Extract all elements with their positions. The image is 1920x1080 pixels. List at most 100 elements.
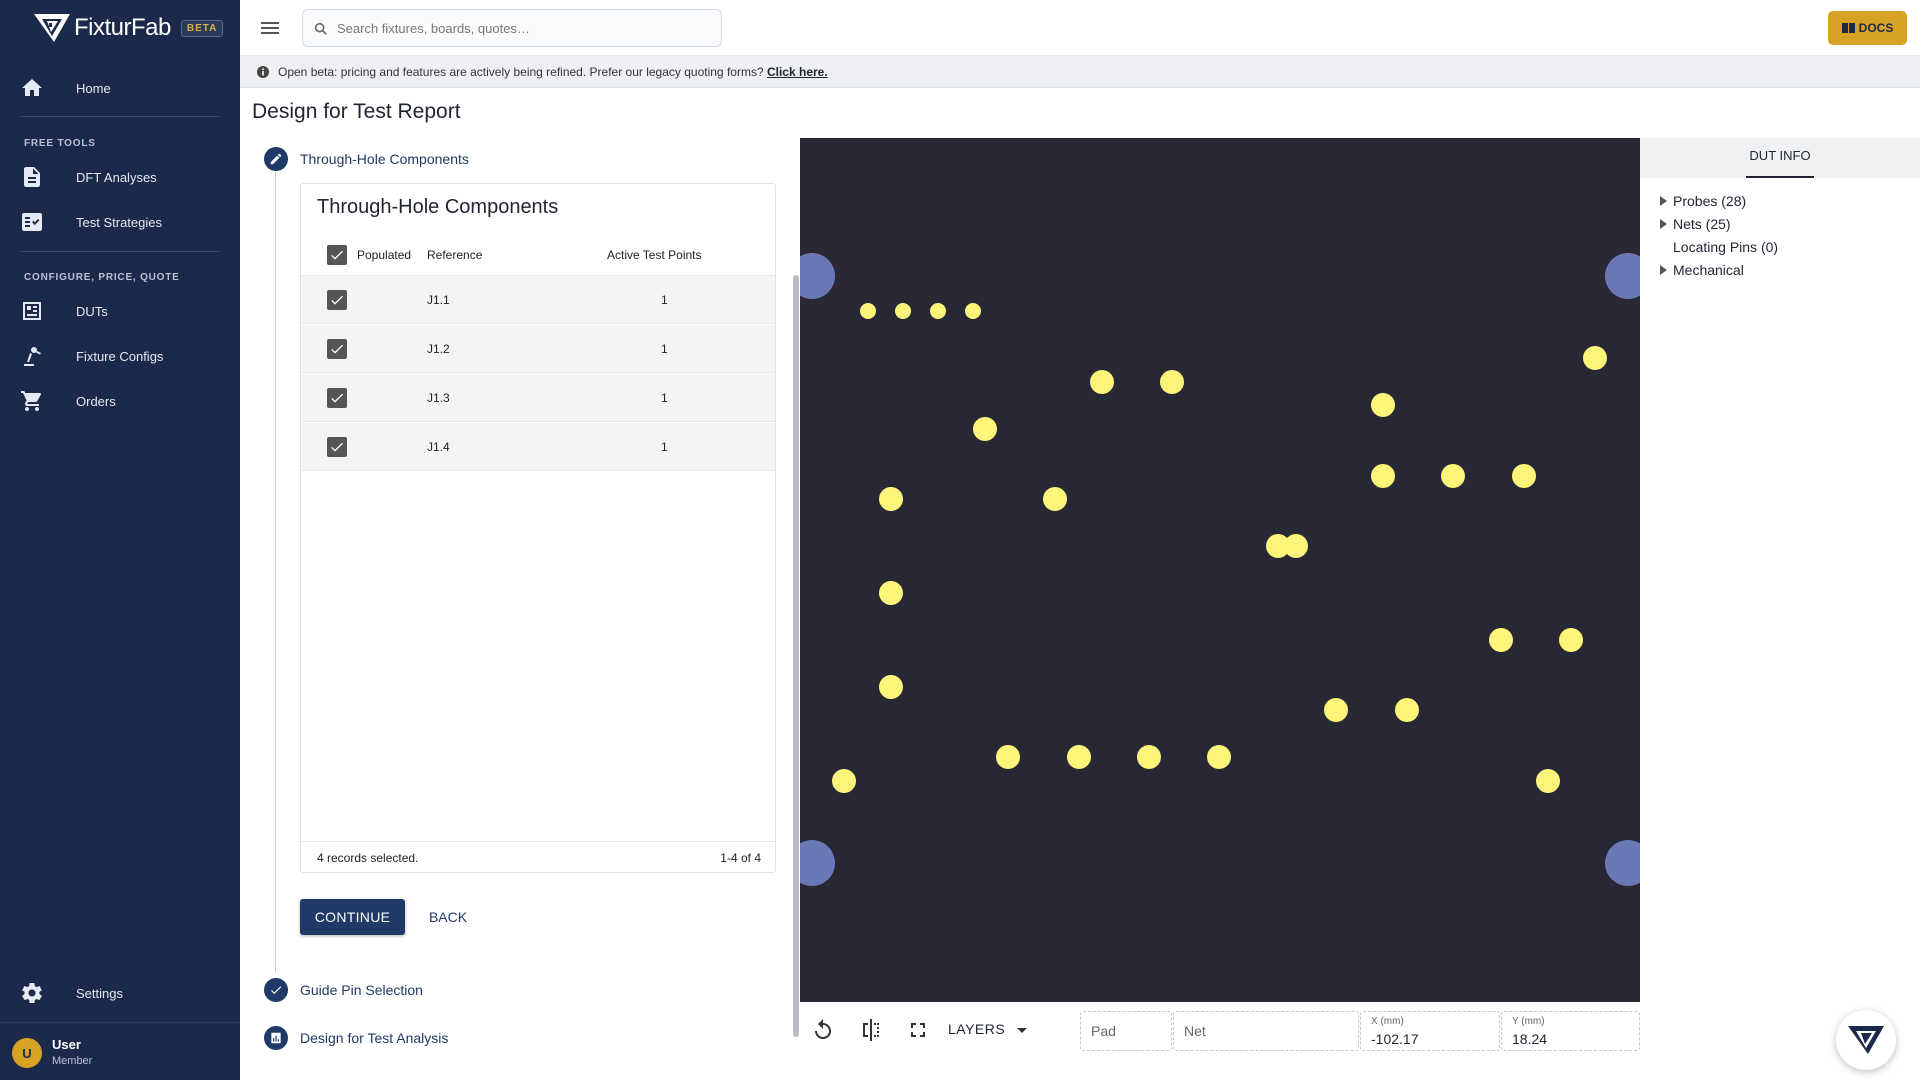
row-reference: J1.3: [427, 391, 450, 405]
test-probe[interactable]: [1043, 487, 1067, 511]
table-row[interactable]: J1.3 1: [301, 374, 775, 422]
tree-probes[interactable]: Probes (28): [1660, 193, 1746, 209]
app-logo[interactable]: FixturFab BETA: [32, 10, 224, 46]
test-probe[interactable]: [1090, 370, 1114, 394]
test-probe[interactable]: [1137, 745, 1161, 769]
test-probe[interactable]: [895, 303, 911, 319]
fixturfab-fab-button[interactable]: [1836, 1010, 1896, 1070]
board-svg[interactable]: [800, 138, 1640, 1002]
nav-divider: [20, 116, 220, 117]
nav-orders[interactable]: Orders: [0, 381, 240, 421]
tooling-hole[interactable]: [1605, 840, 1640, 886]
tab-dut-info[interactable]: DUT INFO: [1746, 148, 1814, 178]
flip-icon[interactable]: [859, 1018, 883, 1042]
nav-orders-label: Orders: [76, 393, 116, 409]
viewer-toolbar: LAYERS Pad Net X (mm) -102.17 Y (mm) 18.…: [800, 1002, 1640, 1058]
col-reference[interactable]: Reference: [427, 248, 482, 262]
test-probe[interactable]: [1536, 769, 1560, 793]
fullscreen-icon[interactable]: [906, 1018, 930, 1042]
scrollbar-thumb[interactable]: [793, 275, 799, 1037]
tooling-hole[interactable]: [800, 840, 835, 886]
row-checkbox[interactable]: [327, 437, 347, 457]
tree-mechanical[interactable]: Mechanical: [1660, 262, 1744, 278]
tree-probes-label: Probes (28): [1673, 193, 1747, 209]
pad-field[interactable]: Pad: [1080, 1011, 1172, 1051]
menu-icon[interactable]: [258, 16, 282, 40]
col-active-test-points[interactable]: Active Test Points: [607, 248, 702, 262]
test-probe[interactable]: [879, 487, 903, 511]
table-row[interactable]: J1.1 1: [301, 276, 775, 324]
test-probe[interactable]: [1371, 393, 1395, 417]
nav-test-strategies[interactable]: Test Strategies: [0, 202, 240, 242]
test-probe[interactable]: [973, 417, 997, 441]
layers-dropdown[interactable]: LAYERS: [948, 1021, 1005, 1037]
test-probe[interactable]: [1324, 698, 1348, 722]
test-probe[interactable]: [832, 769, 856, 793]
step-guide-pin-selection[interactable]: Guide Pin Selection: [300, 982, 423, 998]
test-probe[interactable]: [930, 303, 946, 319]
user-name: User: [52, 1037, 81, 1052]
caret-right-icon: [1660, 196, 1667, 206]
board-viewer-canvas[interactable]: [800, 138, 1640, 1002]
caret-right-icon: [1660, 219, 1667, 229]
tree-locating-pins-label: Locating Pins (0): [1673, 239, 1779, 255]
test-probe[interactable]: [996, 745, 1020, 769]
user-role: Member: [52, 1055, 93, 1067]
col-populated: Populated: [357, 248, 412, 262]
test-probe[interactable]: [1559, 628, 1583, 652]
test-probe[interactable]: [879, 675, 903, 699]
tree-locating-pins[interactable]: Locating Pins (0): [1660, 239, 1778, 255]
docs-button[interactable]: DOCS: [1828, 11, 1907, 45]
step-through-hole-components[interactable]: Through-Hole Components: [300, 151, 469, 167]
row-checkbox[interactable]: [327, 339, 347, 359]
banner-text-wrap: Open beta: pricing and features are acti…: [278, 65, 828, 79]
row-checkbox[interactable]: [327, 290, 347, 310]
select-all-checkbox[interactable]: [327, 245, 347, 265]
test-probe[interactable]: [1441, 464, 1465, 488]
page-title: Design for Test Report: [252, 100, 461, 123]
x-coordinate-field[interactable]: X (mm) -102.17: [1360, 1011, 1500, 1051]
legacy-forms-link[interactable]: Click here.: [767, 65, 828, 79]
tooling-hole[interactable]: [800, 253, 835, 299]
search-box[interactable]: [302, 9, 722, 47]
nav-duts[interactable]: DUTs: [0, 291, 240, 331]
nav-home[interactable]: Home: [0, 68, 240, 108]
test-probe[interactable]: [860, 303, 876, 319]
test-probe[interactable]: [1512, 464, 1536, 488]
user-menu[interactable]: U User Member: [0, 1022, 240, 1080]
test-probe[interactable]: [1160, 370, 1184, 394]
table-row[interactable]: J1.2 1: [301, 325, 775, 373]
nav-settings[interactable]: Settings: [0, 973, 240, 1013]
tooling-hole[interactable]: [1605, 253, 1640, 299]
step-design-for-test-analysis[interactable]: Design for Test Analysis: [300, 1030, 448, 1046]
table-row[interactable]: J1.4 1: [301, 423, 775, 471]
tree-nets[interactable]: Nets (25): [1660, 216, 1731, 232]
search-input[interactable]: [337, 18, 707, 38]
step-3-indicator: [264, 1026, 288, 1050]
test-probe[interactable]: [1207, 745, 1231, 769]
continue-button[interactable]: CONTINUE: [300, 899, 405, 935]
nav-fixture-configs[interactable]: Fixture Configs: [0, 336, 240, 376]
net-field[interactable]: Net: [1173, 1011, 1359, 1051]
test-probe[interactable]: [1489, 628, 1513, 652]
test-probe[interactable]: [1395, 698, 1419, 722]
test-probe[interactable]: [965, 303, 981, 319]
row-checkbox[interactable]: [327, 388, 347, 408]
row-reference: J1.4: [427, 440, 450, 454]
x-value: -102.17: [1371, 1031, 1419, 1047]
y-coordinate-field[interactable]: Y (mm) 18.24: [1501, 1011, 1640, 1051]
nav-dft-analyses[interactable]: DFT Analyses: [0, 157, 240, 197]
test-probe[interactable]: [1371, 464, 1395, 488]
test-probe[interactable]: [1583, 346, 1607, 370]
chevron-down-icon[interactable]: [1010, 1018, 1034, 1042]
test-probe[interactable]: [879, 581, 903, 605]
back-button[interactable]: BACK: [421, 899, 475, 935]
precision-tool-icon: [24, 347, 41, 366]
top-bar: DOCS: [240, 0, 1920, 56]
rotate-icon[interactable]: [811, 1018, 835, 1042]
search-icon: [314, 22, 327, 35]
test-probe[interactable]: [1284, 534, 1308, 558]
dut-tabs: DUT INFO: [1640, 138, 1920, 178]
row-reference: J1.2: [427, 342, 450, 356]
test-probe[interactable]: [1067, 745, 1091, 769]
